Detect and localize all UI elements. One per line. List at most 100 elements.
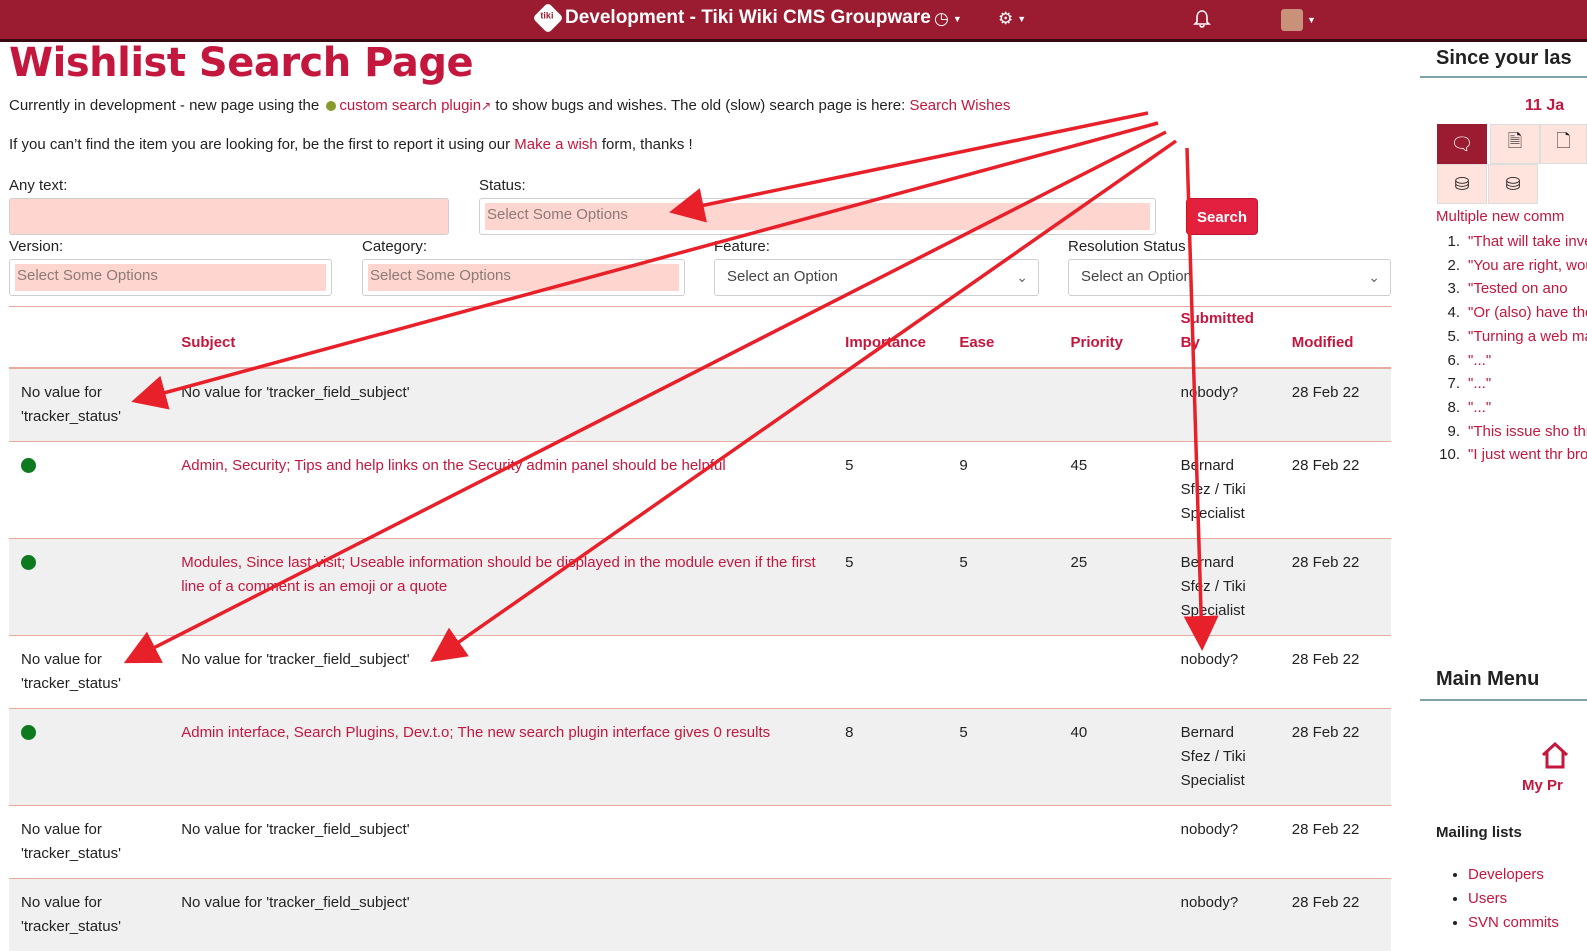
search-wishes-link[interactable]: Search Wishes bbox=[909, 97, 1010, 114]
chevron-down-icon: ▼ bbox=[1307, 15, 1316, 25]
comment-link[interactable]: "..." bbox=[1468, 352, 1491, 369]
custom-search-plugin-link[interactable]: custom search plugin bbox=[339, 97, 481, 114]
my-profile-link[interactable]: My Pr bbox=[1522, 777, 1563, 794]
ease-cell bbox=[947, 635, 1059, 709]
pages-tab[interactable]: 🗎 bbox=[1490, 124, 1540, 164]
priority-cell bbox=[1058, 635, 1169, 709]
list-item[interactable]: 8. "..." bbox=[1436, 396, 1587, 420]
comment-link[interactable]: "Tested on ano bbox=[1468, 280, 1568, 297]
col-header-subject[interactable]: Subject bbox=[169, 306, 834, 369]
comment-link[interactable]: "..." bbox=[1468, 399, 1491, 416]
tiki-logo-icon: tiki bbox=[532, 2, 564, 34]
list-item[interactable]: 4. "Or (also) have the..." bbox=[1436, 301, 1587, 325]
list-number: 5. bbox=[1447, 327, 1460, 345]
list-item[interactable]: SVN commits bbox=[1468, 911, 1559, 935]
mailing-list-link[interactable]: Users bbox=[1468, 890, 1507, 907]
comments-icon: 🗨 bbox=[1450, 133, 1474, 154]
comment-link[interactable]: "This issue sho this..." bbox=[1468, 423, 1587, 440]
any-text-input[interactable] bbox=[9, 198, 449, 235]
submitted-by-cell: nobody? bbox=[1168, 805, 1280, 879]
resolution-selected-value: Select an Option bbox=[1081, 268, 1192, 285]
category-multiselect[interactable]: Select Some Options bbox=[362, 259, 685, 296]
list-item[interactable]: 6. "..." bbox=[1436, 349, 1587, 373]
top-navbar: tiki Development - Tiki Wiki CMS Groupwa… bbox=[0, 0, 1587, 42]
plugin-status-dot bbox=[326, 101, 337, 112]
mailing-lists-heading: Mailing lists bbox=[1436, 824, 1522, 841]
list-item[interactable]: 3. "Tested on ano bbox=[1436, 277, 1587, 301]
comment-link[interactable]: "Or (also) have the..." bbox=[1468, 304, 1587, 321]
comment-link[interactable]: "..." bbox=[1468, 375, 1491, 392]
list-item[interactable]: 10. "I just went thr browsers..." bbox=[1436, 443, 1587, 467]
wish-link[interactable]: Modules, Since last visit; Useable infor… bbox=[181, 554, 816, 595]
recent-comments-list: 1. "That will take investigation. I 2. "Yo… bbox=[1436, 230, 1587, 467]
list-item[interactable]: 9. "This issue sho this..." bbox=[1436, 420, 1587, 444]
list-item[interactable]: 7. "..." bbox=[1436, 372, 1587, 396]
list-item[interactable]: 5. "Turning a web make a..." bbox=[1436, 325, 1587, 349]
comment-link[interactable]: "Turning a web make a..." bbox=[1468, 328, 1587, 345]
list-item[interactable]: 2. "You are right, would..." bbox=[1436, 254, 1587, 278]
list-number: 1. bbox=[1447, 233, 1460, 250]
list-number: 10. bbox=[1439, 446, 1460, 464]
file-icon: 🗋 bbox=[1556, 131, 1571, 151]
list-item[interactable]: 1. "That will take investigation. I bbox=[1436, 230, 1587, 254]
search-button[interactable]: Search bbox=[1186, 198, 1258, 235]
version-multiselect[interactable]: Select Some Options bbox=[9, 259, 332, 296]
resolution-status-select[interactable]: Select an Option ⌄ bbox=[1068, 259, 1391, 296]
table-row: No value for 'tracker_status' No value f… bbox=[9, 635, 1391, 709]
tracker-items-tab[interactable]: ⛁ bbox=[1488, 164, 1538, 204]
list-number: 3. bbox=[1447, 280, 1460, 298]
status-open-icon bbox=[21, 725, 36, 740]
list-number: 7. bbox=[1447, 375, 1460, 393]
status-cell: No value for 'tracker_status' bbox=[9, 878, 170, 951]
importance-cell: 8 bbox=[833, 708, 948, 806]
subject-cell: Modules, Since last visit; Useable infor… bbox=[169, 538, 834, 636]
feature-select[interactable]: Select an Option ⌄ bbox=[714, 259, 1039, 296]
col-header-modified[interactable]: Modified bbox=[1279, 306, 1391, 369]
comment-link[interactable]: "That will take investigation. I bbox=[1468, 233, 1587, 250]
feature-selected-value: Select an Option bbox=[727, 268, 838, 285]
modified-cell: 28 Feb 22 bbox=[1279, 538, 1391, 636]
wish-link[interactable]: Admin, Security; Tips and help links on … bbox=[181, 457, 725, 474]
col-header-ease[interactable]: Ease bbox=[947, 306, 1059, 369]
importance-cell: 5 bbox=[833, 441, 948, 539]
trackers-tab[interactable]: ⛁ bbox=[1437, 164, 1487, 204]
comments-tab[interactable]: 🗨 bbox=[1437, 124, 1487, 164]
since-last-visit-heading: Since your las bbox=[1436, 47, 1572, 69]
file-text-icon: 🗎 bbox=[1507, 131, 1523, 151]
subject-cell: Admin, Security; Tips and help links on … bbox=[169, 441, 834, 539]
category-placeholder: Select Some Options bbox=[368, 264, 679, 291]
status-multiselect[interactable]: Select Some Options bbox=[479, 198, 1156, 235]
list-item[interactable]: Developers bbox=[1468, 863, 1559, 887]
site-brand[interactable]: tiki Development - Tiki Wiki CMS Groupwa… bbox=[532, 2, 931, 34]
recent-history-menu[interactable]: ◷ ▼ bbox=[934, 9, 962, 29]
col-header-status bbox=[9, 306, 170, 369]
ease-cell: 9 bbox=[947, 441, 1059, 539]
files-tab[interactable]: 🗋 bbox=[1540, 124, 1587, 164]
col-header-importance[interactable]: Importance bbox=[833, 306, 948, 369]
ease-cell bbox=[947, 367, 1059, 442]
version-label: Version: bbox=[9, 238, 64, 255]
comment-link[interactable]: "I just went thr browsers..." bbox=[1468, 446, 1587, 463]
priority-cell: 45 bbox=[1058, 441, 1169, 539]
list-item[interactable]: Users bbox=[1468, 887, 1559, 911]
submitted-by-cell: nobody? bbox=[1168, 367, 1280, 442]
mailing-list-link[interactable]: Developers bbox=[1468, 866, 1544, 883]
make-a-wish-link[interactable]: Make a wish bbox=[514, 136, 597, 153]
status-open-icon bbox=[21, 555, 36, 570]
mailing-list-link[interactable]: SVN commits bbox=[1468, 914, 1559, 931]
table-row: No value for 'tracker_status' No value f… bbox=[9, 367, 1391, 442]
notifications-button[interactable] bbox=[1193, 9, 1211, 29]
home-icon[interactable] bbox=[1540, 740, 1570, 770]
subject-cell: No value for 'tracker_field_subject' bbox=[169, 805, 834, 879]
col-header-priority[interactable]: Priority bbox=[1058, 306, 1169, 369]
user-menu[interactable]: ▼ bbox=[1281, 9, 1316, 31]
comment-link[interactable]: "You are right, would..." bbox=[1468, 257, 1587, 274]
site-title[interactable]: Development - Tiki Wiki CMS Groupware bbox=[565, 7, 931, 29]
user-avatar bbox=[1281, 9, 1303, 31]
bell-icon bbox=[1193, 10, 1211, 28]
status-cell bbox=[9, 538, 170, 636]
wish-link[interactable]: Admin interface, Search Plugins, Dev.t.o… bbox=[181, 724, 770, 741]
importance-cell bbox=[833, 367, 948, 442]
admin-settings-menu[interactable]: ⚙ ▼ bbox=[998, 9, 1026, 29]
col-header-submitted-by[interactable]: Submitted By bbox=[1168, 306, 1280, 369]
